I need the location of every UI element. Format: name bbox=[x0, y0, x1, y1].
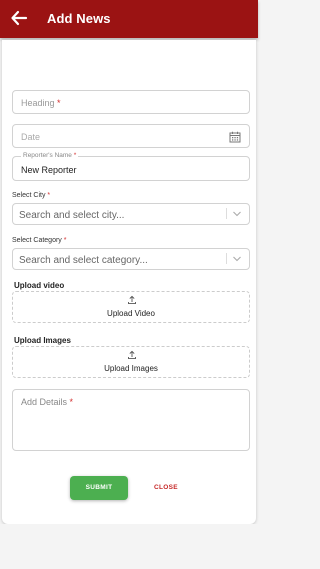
page-title: Add News bbox=[47, 11, 111, 26]
details-textarea[interactable]: Add Details * bbox=[12, 389, 250, 451]
reporter-name-label: Reporter's Name * bbox=[21, 152, 79, 159]
category-label: Select Category * bbox=[12, 237, 67, 244]
reporter-name-value: New Reporter bbox=[21, 165, 77, 175]
reporter-name-field[interactable]: Reporter's Name * New Reporter bbox=[12, 152, 250, 181]
date-placeholder: Date bbox=[21, 132, 41, 142]
upload-video-button[interactable]: Upload Video bbox=[12, 291, 250, 323]
add-news-form: Heading * Date Reporter's Name * New Rep… bbox=[2, 40, 256, 524]
page-background bbox=[0, 524, 258, 569]
city-select[interactable]: Search and select city... bbox=[12, 203, 250, 225]
chevron-down-icon[interactable] bbox=[232, 210, 242, 218]
city-select-placeholder: Search and select city... bbox=[19, 210, 125, 221]
calendar-icon[interactable] bbox=[229, 131, 241, 143]
close-button[interactable]: CLOSE bbox=[146, 476, 186, 500]
select-separator bbox=[226, 253, 227, 264]
chevron-down-icon[interactable] bbox=[232, 255, 242, 263]
select-separator bbox=[226, 208, 227, 219]
heading-field[interactable]: Heading * bbox=[12, 90, 250, 114]
arrow-left-icon[interactable] bbox=[10, 8, 28, 28]
submit-button[interactable]: SUBMIT bbox=[70, 476, 128, 500]
upload-icon bbox=[128, 350, 136, 360]
app-bar: Add News bbox=[0, 0, 258, 38]
category-select[interactable]: Search and select category... bbox=[12, 248, 250, 270]
heading-placeholder: Heading * bbox=[21, 98, 61, 108]
upload-images-title: Upload Images bbox=[14, 336, 71, 345]
upload-video-title: Upload video bbox=[14, 281, 65, 290]
city-label: Select City * bbox=[12, 192, 51, 199]
upload-images-button[interactable]: Upload Images bbox=[12, 346, 250, 378]
upload-icon bbox=[128, 295, 136, 305]
date-field[interactable]: Date bbox=[12, 124, 250, 148]
upload-images-label: Upload Images bbox=[104, 364, 158, 373]
category-select-placeholder: Search and select category... bbox=[19, 255, 148, 266]
upload-video-label: Upload Video bbox=[107, 309, 155, 318]
details-placeholder: Add Details * bbox=[21, 397, 74, 407]
